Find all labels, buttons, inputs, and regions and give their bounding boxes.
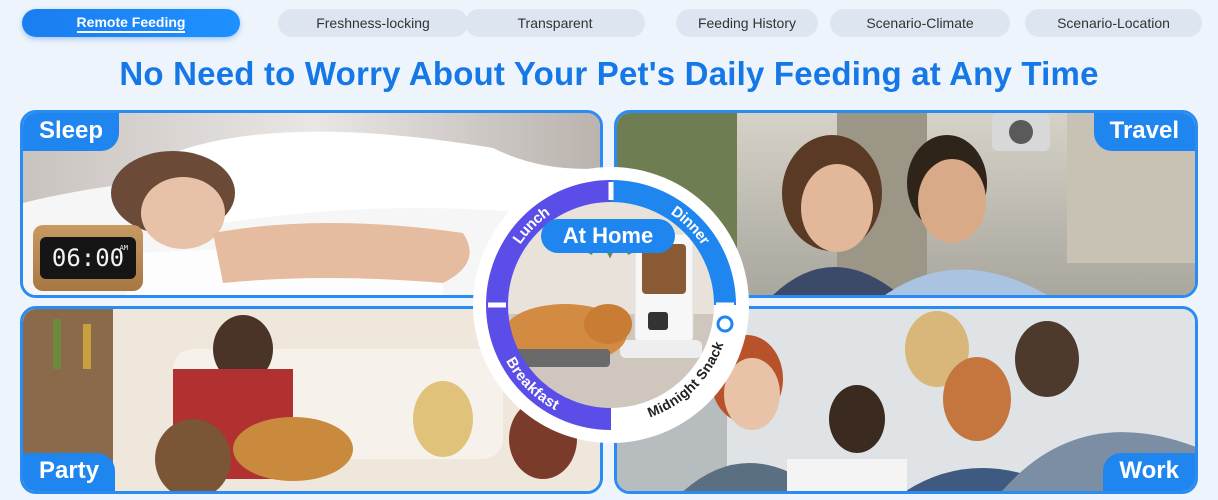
feature-tabs: Remote Feeding Freshness-locking Transpa… — [22, 9, 1202, 39]
tab-label: Scenario-Climate — [866, 15, 974, 31]
clock-display: 06:00 AM — [40, 237, 136, 279]
tab-transparent[interactable]: Transparent — [465, 9, 645, 37]
alarm-clock-icon: 06:00 AM — [33, 225, 143, 291]
at-home-label: At Home — [541, 219, 675, 253]
clock-ampm: AM — [119, 244, 128, 252]
meal-schedule-ring: Lunch Dinner Breakfast Midnight Snack — [473, 167, 749, 443]
tab-freshness-locking[interactable]: Freshness-locking — [278, 9, 468, 37]
tab-label: Freshness-locking — [316, 15, 430, 31]
tab-label: Feeding History — [697, 15, 797, 31]
feeder-photo — [505, 199, 717, 411]
clock-time: 06:00 — [51, 244, 125, 272]
tab-label: Scenario-Location — [1057, 15, 1170, 31]
party-label: Party — [23, 453, 116, 491]
tab-label: Transparent — [517, 15, 593, 31]
tab-scenario-location[interactable]: Scenario-Location — [1025, 9, 1202, 37]
tab-feeding-history[interactable]: Feeding History — [676, 9, 818, 37]
tab-scenario-climate[interactable]: Scenario-Climate — [830, 9, 1010, 37]
page: Remote Feeding Freshness-locking Transpa… — [0, 0, 1218, 500]
work-label: Work — [1103, 453, 1195, 491]
sleep-label: Sleep — [23, 113, 120, 151]
tab-label: Remote Feeding — [76, 14, 186, 33]
page-title: No Need to Worry About Your Pet's Daily … — [119, 55, 1099, 92]
ring-indicator-icon — [716, 315, 734, 333]
travel-label: Travel — [1093, 113, 1195, 151]
tab-remote-feeding[interactable]: Remote Feeding — [22, 9, 240, 37]
